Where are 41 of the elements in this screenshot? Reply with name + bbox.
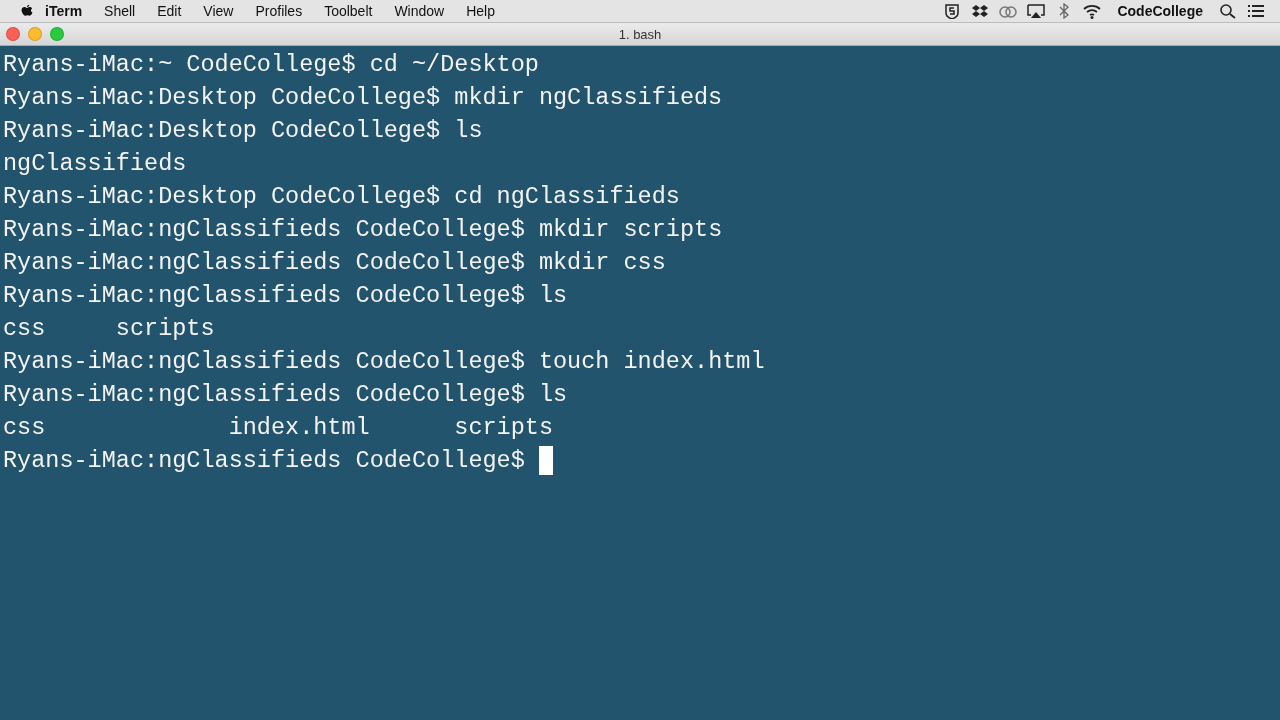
app-menu[interactable]: iTerm — [34, 3, 94, 19]
shell-command: ls — [538, 380, 568, 410]
shell-command: ls — [454, 116, 483, 146]
box-icon[interactable] — [971, 3, 990, 19]
shell-prompt: Ryans-iMac:ngClassifieds CodeCollege$ — [3, 215, 525, 245]
menu-item[interactable]: Profiles — [244, 3, 314, 19]
list-icon[interactable] — [1247, 3, 1265, 19]
menu-item[interactable]: Edit — [146, 3, 193, 19]
menu-item[interactable]: Window — [383, 3, 456, 19]
shell-prompt: Ryans-iMac:ngClassifieds CodeCollege$ — [3, 380, 525, 410]
shell-command: mkdir css — [538, 248, 666, 278]
menu-item[interactable]: Help — [455, 3, 506, 19]
menu-item[interactable]: View — [192, 3, 245, 19]
user-menu[interactable]: CodeCollege — [1106, 3, 1214, 19]
shell-command: cd ~/Desktop — [369, 50, 539, 80]
command-output: ngClassifieds — [3, 149, 187, 179]
close-button[interactable] — [6, 27, 20, 41]
menu-item[interactable]: Shell — [93, 3, 147, 19]
shell-command: mkdir scripts — [538, 215, 723, 245]
shell-prompt: Ryans-iMac:ngClassifieds CodeCollege$ — [3, 446, 525, 476]
shell-command: cd ngClassifieds — [454, 182, 680, 212]
shell-prompt: Ryans-iMac:Desktop CodeCollege$ — [3, 182, 441, 212]
menu-item[interactable]: Toolbelt — [313, 3, 384, 19]
shell-prompt: Ryans-iMac:Desktop CodeCollege$ — [3, 116, 441, 146]
window-title: 1. bash — [618, 26, 662, 42]
shell-command: mkdir ngClassifieds — [454, 83, 723, 113]
shell-command: touch index.html — [538, 347, 765, 377]
text-cursor — [538, 446, 553, 475]
shell-prompt: Ryans-iMac:ngClassifieds CodeCollege$ — [3, 347, 525, 377]
search-icon[interactable] — [1219, 3, 1237, 19]
command-output: css scripts — [3, 314, 215, 344]
airplay-icon[interactable] — [1027, 3, 1046, 19]
shield-icon[interactable] — [943, 3, 962, 19]
command-output: css index.html scripts — [3, 413, 553, 443]
shell-command: ls — [538, 281, 568, 311]
apple-logo-icon[interactable] — [20, 3, 34, 19]
shell-prompt: Ryans-iMac:ngClassifieds CodeCollege$ — [3, 281, 525, 311]
wifi-icon[interactable] — [1083, 3, 1102, 19]
shell-prompt: Ryans-iMac:ngClassifieds CodeCollege$ — [3, 248, 525, 278]
shell-prompt: Ryans-iMac:~ CodeCollege$ — [3, 50, 356, 80]
shell-prompt: Ryans-iMac:Desktop CodeCollege$ — [3, 83, 441, 113]
